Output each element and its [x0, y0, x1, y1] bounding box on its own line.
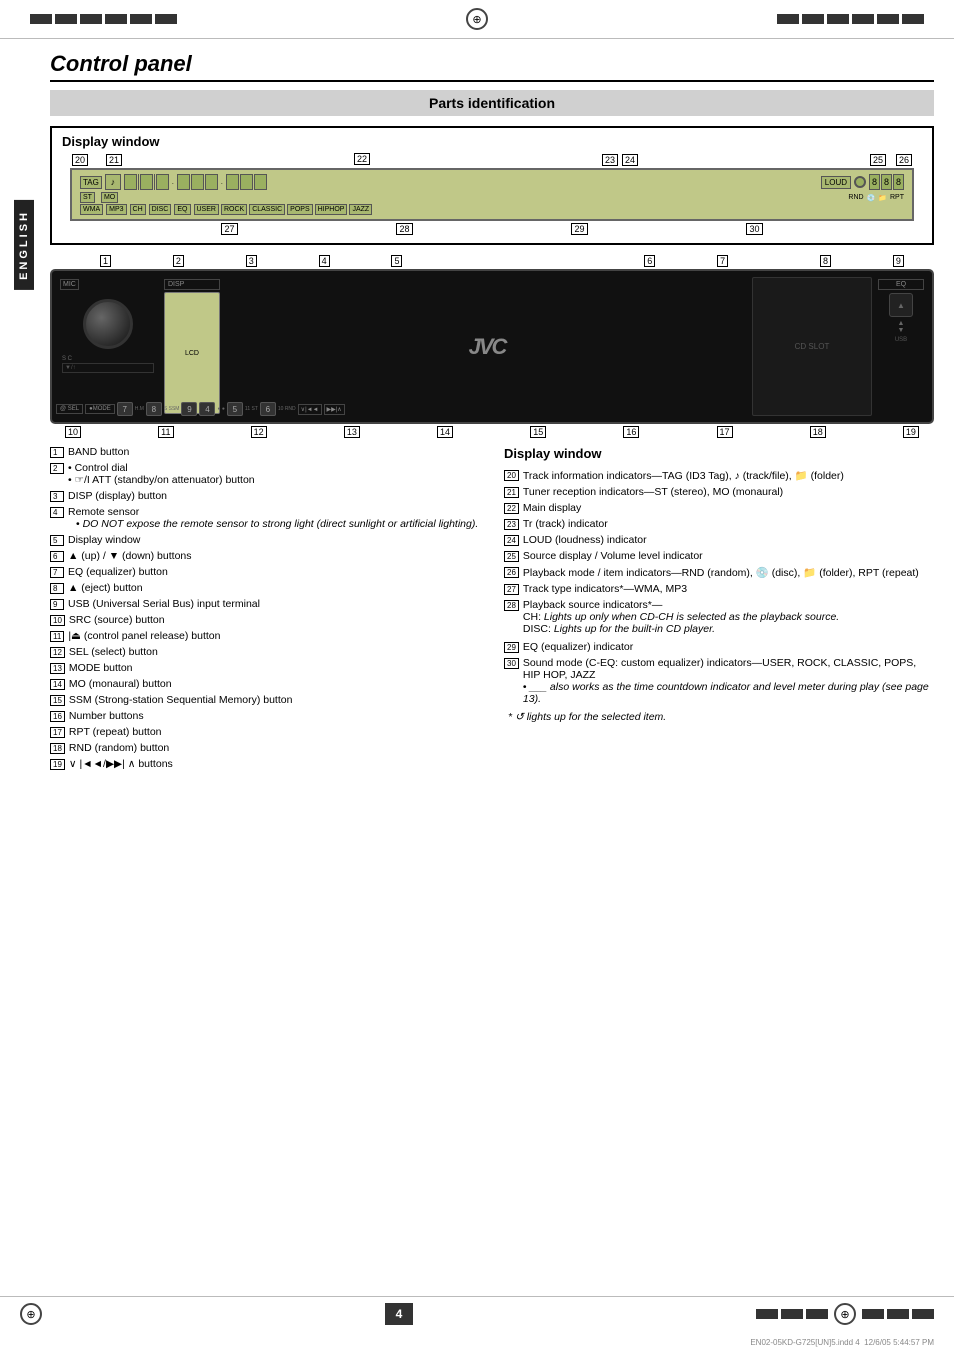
top-bar-left — [30, 14, 177, 24]
display-window-section: Display window 20 21 22 23 24 25 26 — [50, 126, 934, 245]
compass-center: ⊕ — [177, 8, 777, 30]
section-header: Parts identification — [50, 90, 934, 116]
bottom-right: ⊕ — [756, 1303, 934, 1325]
language-sidebar: ENGLISH — [14, 200, 34, 290]
left-descriptions: 1 BAND button 2 • Control dial • ☞/I ATT… — [50, 446, 480, 774]
bottom-compass-left: ⊕ — [20, 1303, 42, 1325]
file-info: EN02-05KD-G725[UN]5.indd 4 12/6/05 5:44:… — [750, 1338, 934, 1347]
right-descriptions: Display window 20 Track information indi… — [504, 446, 934, 774]
bottom-compass-right: ⊕ — [834, 1303, 856, 1325]
device-numbers-bottom: 10 11 12 13 14 15 16 17 18 19 — [50, 426, 934, 438]
display-numbers-bottom: 27 28 29 30 — [62, 223, 922, 235]
lcd-panel: TAG ♪ . . — [70, 168, 914, 221]
page-title: Control panel — [50, 51, 934, 82]
top-bar-right — [777, 14, 924, 24]
right-column-header: Display window — [504, 446, 934, 461]
bottom-bar: ⊕ 4 ⊕ — [0, 1296, 954, 1331]
page-number: 4 — [385, 1303, 413, 1325]
display-window-title: Display window — [62, 134, 922, 149]
device-image: MIC S C ▼/↑ DISP LCD J — [50, 269, 934, 424]
display-numbers-top: 20 21 22 23 24 25 26 — [62, 154, 922, 166]
device-numbers-top: 1 2 3 4 5 6 7 8 9 — [50, 255, 934, 267]
